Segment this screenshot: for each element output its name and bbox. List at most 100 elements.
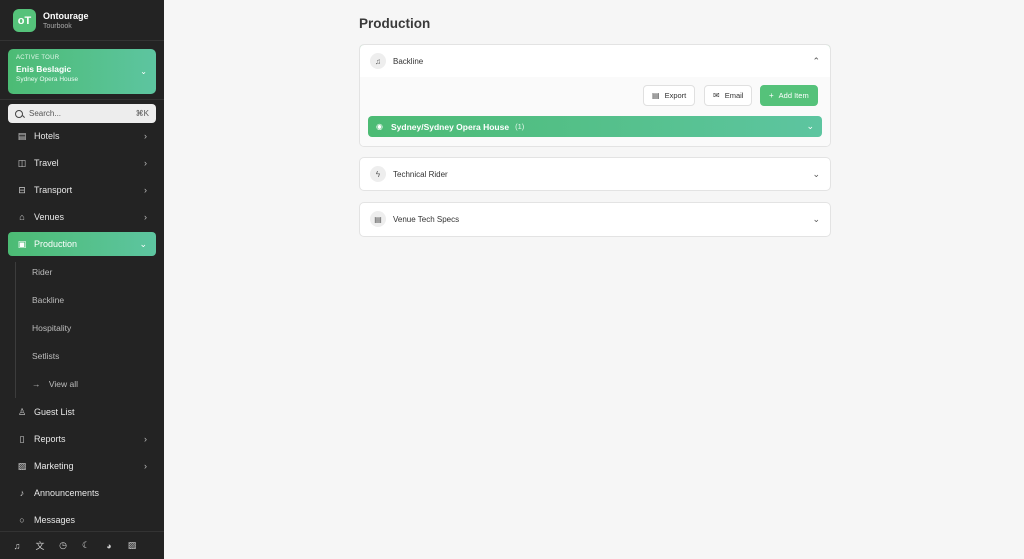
chevron-right-icon: › <box>144 158 147 168</box>
panel-title: Backline <box>393 56 424 66</box>
backline-panel: ♫ Backline ⌃ ▤ Export ✉ Email + Add Item… <box>359 44 831 147</box>
location-group-header[interactable]: ◉ Sydney/Sydney Opera House (1) ⌄ <box>368 116 822 137</box>
panel-title: Venue Tech Specs <box>393 214 460 224</box>
mail-icon: ✉ <box>713 91 720 100</box>
message-icon: ○ <box>19 515 25 525</box>
main-content: Production ♫ Backline ⌃ ▤ Export ✉ Email… <box>164 0 1024 559</box>
subnav-hospitality[interactable]: Hospitality <box>32 323 71 333</box>
plus-icon: + <box>769 91 774 100</box>
bell-icon: ♪ <box>19 488 25 498</box>
venue-tech-specs-header[interactable]: ▤ Venue Tech Specs ⌄ <box>360 203 830 235</box>
email-label: Email <box>724 91 744 100</box>
nav-label: Messages <box>34 515 76 525</box>
bell-icon[interactable]: ♫ <box>12 541 22 551</box>
export-button[interactable]: ▤ Export <box>643 85 696 106</box>
venue-tech-specs-panel[interactable]: ▤ Venue Tech Specs ⌄ <box>359 202 831 237</box>
page-title: Production <box>359 16 431 31</box>
lightning-icon: ϟ <box>370 166 386 182</box>
nav-reports[interactable]: ▯ Reports › <box>8 427 156 451</box>
clipboard-icon: ▣ <box>17 238 27 249</box>
backline-panel-header[interactable]: ♫ Backline ⌃ <box>360 45 830 78</box>
brand-subtitle: Tourbook <box>43 22 72 30</box>
location-name: Sydney/Sydney Opera House <box>390 121 510 132</box>
translate-icon[interactable]: 文 <box>35 541 45 551</box>
chevron-down-icon: ⌄ <box>140 67 147 76</box>
chevron-right-icon: › <box>144 461 147 471</box>
add-item-button[interactable]: + Add Item <box>760 85 818 106</box>
technical-rider-panel[interactable]: ϟ Technical Rider ⌄ <box>359 157 831 191</box>
nav-announcements[interactable]: ♪ Announcements <box>8 481 156 505</box>
search-box[interactable]: ⌘K <box>8 104 156 123</box>
active-tour-selector[interactable]: ACTIVE TOUR Enis Beslagic Sydney Opera H… <box>8 49 156 94</box>
nav-hotels[interactable]: ▤ Hotels › <box>8 124 156 148</box>
chevron-right-icon: › <box>144 434 147 444</box>
technical-rider-header[interactable]: ϟ Technical Rider ⌄ <box>360 158 830 190</box>
nav-messages[interactable]: ○ Messages <box>8 508 156 532</box>
active-tour-label: ACTIVE TOUR <box>16 55 60 61</box>
nav-guest-list[interactable]: ♙ Guest List <box>8 400 156 424</box>
music-note-icon: ♫ <box>370 53 386 69</box>
subnav-backline[interactable]: Backline <box>32 295 64 305</box>
nav-marketing[interactable]: ▨ Marketing › <box>8 454 156 478</box>
subnav-setlists[interactable]: Setlists <box>32 351 59 361</box>
nav-transport[interactable]: ⊟ Transport › <box>8 178 156 202</box>
location-count: (1) <box>515 122 525 131</box>
nav-label: Production <box>34 239 78 249</box>
palette-icon[interactable]: ◕ <box>104 541 114 551</box>
nav-label: Marketing <box>34 461 74 471</box>
divider <box>0 99 164 100</box>
nav-travel[interactable]: ◫ Travel › <box>8 151 156 175</box>
active-tour-venue: Sydney Opera House <box>16 76 79 83</box>
file-icon: ▯ <box>19 433 25 444</box>
nav-label: Announcements <box>34 488 100 498</box>
add-item-label: Add Item <box>778 91 809 100</box>
view-all-label: View all <box>48 379 79 389</box>
search-input[interactable] <box>29 109 129 118</box>
search-icon <box>15 109 23 118</box>
nav-production[interactable]: ▣ Production ⌄ <box>8 232 156 256</box>
sidebar: oT Ontourage Tourbook ACTIVE TOUR Enis B… <box>0 0 164 559</box>
chevron-up-icon: ⌃ <box>812 55 820 66</box>
document-icon: ▤ <box>370 211 386 227</box>
moon-icon[interactable]: ☾ <box>81 540 91 551</box>
chevron-right-icon: › <box>144 212 147 222</box>
nav-venues[interactable]: ⌂ Venues › <box>8 205 156 229</box>
chevron-down-icon: ⌄ <box>806 121 814 131</box>
active-tour-name: Enis Beslagic <box>16 64 72 74</box>
nav-label: Travel <box>34 158 59 168</box>
brand[interactable]: oT Ontourage Tourbook <box>13 9 89 32</box>
chevron-right-icon: › <box>144 131 147 141</box>
sidebar-footer: ♫ 文 ◷ ☾ ◕ ▨ <box>0 531 164 559</box>
chevron-down-icon: ⌄ <box>812 168 820 179</box>
subnav-view-all[interactable]: → View all <box>32 379 78 389</box>
brand-name: Ontourage <box>43 10 89 21</box>
search-shortcut: ⌘K <box>135 109 149 118</box>
chevron-down-icon: ⌄ <box>139 238 147 249</box>
subnav-line <box>15 262 16 398</box>
nav-label: Reports <box>34 434 66 444</box>
image-icon[interactable]: ▨ <box>127 540 137 551</box>
divider <box>0 40 164 41</box>
panel-title: Technical Rider <box>393 169 448 179</box>
chevron-down-icon: ⌄ <box>812 213 820 224</box>
venue-icon: ⌂ <box>19 212 25 222</box>
nav-label: Hotels <box>34 131 60 141</box>
nav-label: Guest List <box>34 407 75 417</box>
file-export-icon: ▤ <box>652 91 660 100</box>
map-pin-icon: ◉ <box>376 122 383 131</box>
nav-label: Venues <box>34 212 65 222</box>
building-icon: ▤ <box>17 130 27 141</box>
arrow-right-icon: → <box>32 379 41 389</box>
nav-label: Transport <box>34 185 73 195</box>
logo-icon: oT <box>13 9 36 32</box>
backline-panel-body: ▤ Export ✉ Email + Add Item ◉ Sydney/Syd… <box>360 77 830 146</box>
chevron-right-icon: › <box>144 185 147 195</box>
user-check-icon: ♙ <box>17 406 27 417</box>
clock-icon[interactable]: ◷ <box>58 540 68 551</box>
subnav-rider[interactable]: Rider <box>32 267 52 277</box>
export-label: Export <box>664 91 687 100</box>
luggage-icon: ◫ <box>17 157 27 168</box>
image-icon: ▨ <box>17 460 27 471</box>
email-button[interactable]: ✉ Email <box>704 85 753 106</box>
bus-icon: ⊟ <box>18 184 26 195</box>
